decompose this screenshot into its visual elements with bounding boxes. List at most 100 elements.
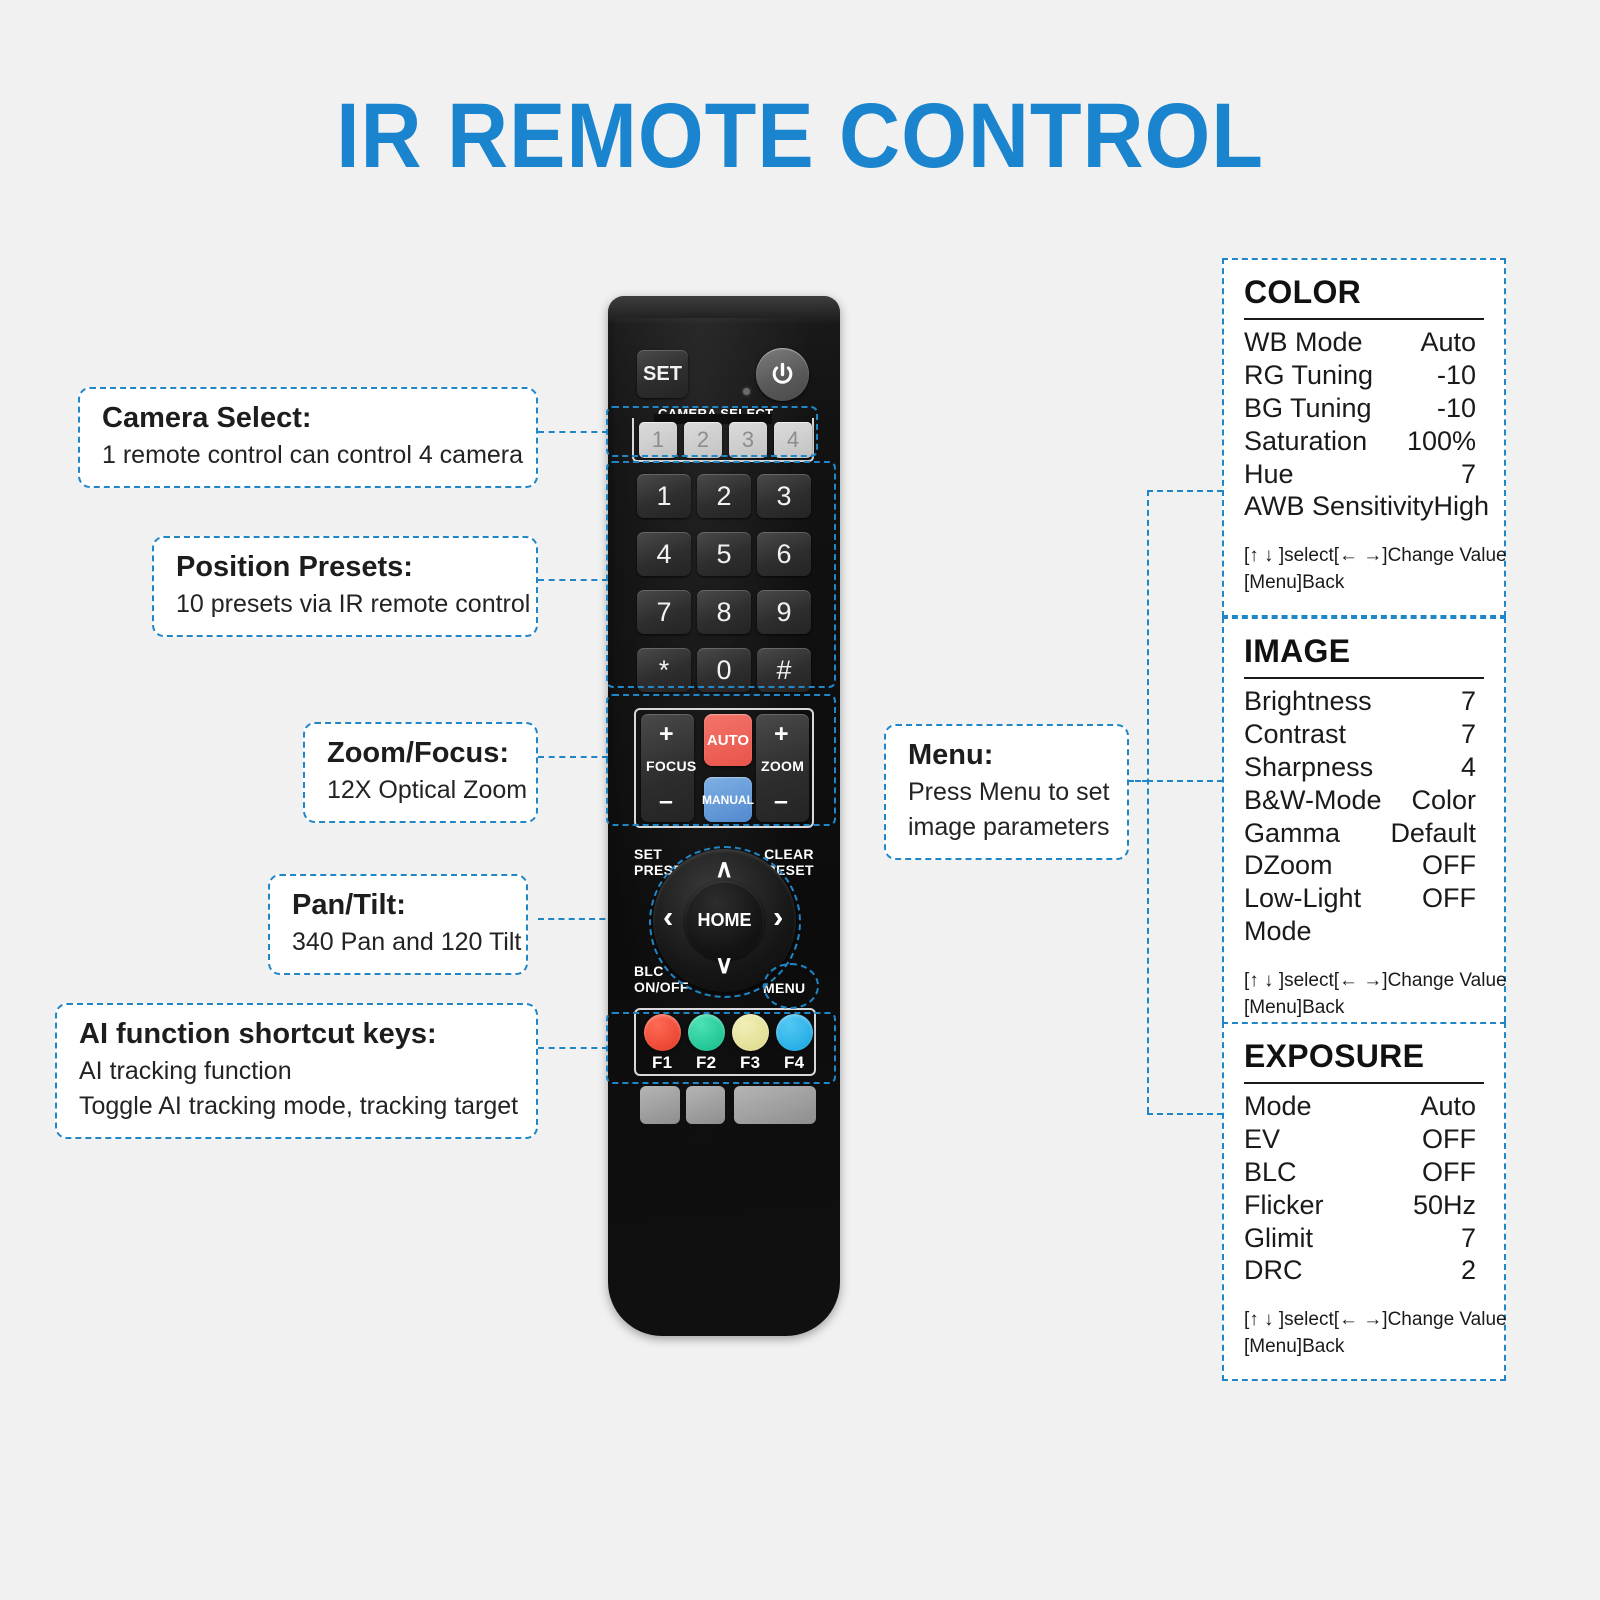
highlight-camera-select xyxy=(606,406,818,457)
row-value: Color xyxy=(1411,784,1476,815)
row-value: OFF xyxy=(1422,883,1476,914)
row-value: Auto xyxy=(1420,326,1476,357)
panel-row: DRC 2 xyxy=(1244,1254,1484,1287)
callout-desc: 340 Pan and 120 Tilt xyxy=(292,927,522,956)
panel-hint-line2: [Menu]Back xyxy=(1244,572,1345,594)
callout-position-presets: Position Presets: 10 presets via IR remo… xyxy=(152,536,538,637)
panel-hint-line2: [Menu]Back xyxy=(1244,1336,1345,1358)
panel-rows: Brightness 7 Contrast 7 Sharpness 4 B&W-… xyxy=(1244,685,1484,949)
connector-trunk-to-exposure xyxy=(1147,1113,1223,1115)
panel-row: B&W-Mode Color xyxy=(1244,784,1484,817)
panel-row: Flicker 50Hz xyxy=(1244,1189,1484,1222)
callout-title: Menu: xyxy=(908,739,994,771)
row-label: AWB Sensitivity xyxy=(1244,491,1434,522)
callout-ai-shortcuts: AI function shortcut keys: AI tracking f… xyxy=(55,1003,538,1139)
panel-rows: Mode Auto EV OFF BLC OFF Flicker 50Hz Gl… xyxy=(1244,1090,1484,1288)
connector-menu-to-trunk xyxy=(1128,780,1148,782)
callout-title: Zoom/Focus: xyxy=(327,737,510,769)
panel-row: EV OFF xyxy=(1244,1123,1484,1156)
panel-exposure: EXPOSURE Mode Auto EV OFF BLC OFF Flicke… xyxy=(1222,1022,1507,1382)
panel-row: Gamma Default xyxy=(1244,817,1484,850)
panel-row: AWB Sensitivity High xyxy=(1244,490,1489,523)
panel-title: IMAGE xyxy=(1244,633,1484,679)
row-value: 4 xyxy=(1460,751,1476,782)
panel-row: Saturation 100% xyxy=(1244,425,1484,458)
row-label: Low-Light xyxy=(1244,883,1362,914)
row-value: 50Hz xyxy=(1412,1189,1476,1220)
bottom-gray-key-middle[interactable] xyxy=(686,1086,725,1124)
panel-row: Low-Light OFF xyxy=(1244,882,1484,915)
callout-desc-line2: Toggle AI tracking mode, tracking target xyxy=(79,1091,519,1120)
callout-title: Position Presets: xyxy=(176,551,413,583)
row-value: Auto xyxy=(1420,1090,1476,1121)
panel-row: Mode xyxy=(1244,915,1484,948)
row-label: DZoom xyxy=(1244,850,1333,881)
callout-desc: 12X Optical Zoom xyxy=(327,775,528,804)
connector-position-presets xyxy=(538,579,608,581)
panel-rows: WB Mode Auto RG Tuning -10 BG Tuning -10… xyxy=(1244,326,1489,524)
row-label: B&W-Mode xyxy=(1244,784,1382,815)
row-value: 7 xyxy=(1460,458,1476,489)
panel-image: IMAGE Brightness 7 Contrast 7 Sharpness … xyxy=(1222,617,1507,1043)
panel-row: RG Tuning -10 xyxy=(1244,359,1484,392)
row-label: Hue xyxy=(1244,458,1294,489)
panel-row: BG Tuning -10 xyxy=(1244,392,1484,425)
bottom-gray-key-left[interactable] xyxy=(640,1086,680,1124)
connector-camera-select xyxy=(538,431,608,433)
row-label: Flicker xyxy=(1244,1189,1324,1220)
callout-desc-line2: image parameters xyxy=(908,812,1110,841)
row-value: 7 xyxy=(1460,685,1476,716)
connector-zoom-focus xyxy=(538,756,608,758)
panel-hint: [↑ ↓ ]select[← →]Change Value [Menu]Back xyxy=(1244,543,1507,597)
row-label: Sharpness xyxy=(1244,751,1374,782)
set-button-label: SET xyxy=(643,362,682,385)
callout-menu: Menu: Press Menu to set image parameters xyxy=(884,724,1129,860)
panel-row: WB Mode Auto xyxy=(1244,326,1484,359)
row-label: WB Mode xyxy=(1244,326,1363,357)
poster-canvas: IR REMOTE CONTROL Camera Select: 1 remot… xyxy=(0,0,1600,1600)
callout-desc-line1: Press Menu to set xyxy=(908,777,1110,806)
row-value: Default xyxy=(1390,817,1476,848)
panel-hint-line1: [↑ ↓ ]select[← →]Change Value xyxy=(1244,970,1507,992)
panel-row: Mode Auto xyxy=(1244,1090,1484,1123)
panel-row: Hue 7 xyxy=(1244,458,1484,491)
panel-row: DZoom OFF xyxy=(1244,849,1484,882)
connector-trunk-to-color xyxy=(1147,490,1223,492)
row-value: -10 xyxy=(1436,392,1476,423)
row-value: OFF xyxy=(1422,1156,1476,1187)
row-label: Contrast xyxy=(1244,718,1347,749)
set-button[interactable]: SET xyxy=(637,350,688,398)
panel-hint: [↑ ↓ ]select[← →]Change Value [Menu]Back xyxy=(1244,1307,1507,1361)
row-label: Saturation xyxy=(1244,425,1368,456)
power-button[interactable] xyxy=(756,348,809,401)
highlight-menu xyxy=(763,963,819,1009)
row-value: 2 xyxy=(1460,1255,1476,1286)
callout-title: Pan/Tilt: xyxy=(292,889,406,921)
row-label: Glimit xyxy=(1244,1222,1313,1253)
highlight-keypad xyxy=(606,461,836,688)
row-value: OFF xyxy=(1422,1123,1476,1154)
row-label: BG Tuning xyxy=(1244,392,1372,423)
callout-title: Camera Select: xyxy=(102,402,312,434)
panel-title: COLOR xyxy=(1244,274,1484,320)
connector-trunk-to-image xyxy=(1147,780,1223,782)
callout-desc-line1: AI tracking function xyxy=(79,1056,292,1085)
row-value: 7 xyxy=(1460,718,1476,749)
bottom-gray-key-right[interactable] xyxy=(734,1086,816,1124)
row-value: OFF xyxy=(1422,850,1476,881)
panel-title: EXPOSURE xyxy=(1244,1038,1484,1084)
callout-title: AI function shortcut keys: xyxy=(79,1018,437,1050)
connector-ai-shortcuts xyxy=(538,1047,608,1049)
panel-row: Contrast 7 xyxy=(1244,718,1484,751)
callout-pan-tilt: Pan/Tilt: 340 Pan and 120 Tilt xyxy=(268,874,528,975)
row-label: Mode xyxy=(1244,916,1312,947)
ir-led-indicator xyxy=(743,388,750,395)
panel-hint-line2: [Menu]Back xyxy=(1244,997,1345,1019)
row-value: 7 xyxy=(1460,1222,1476,1253)
row-label: Brightness xyxy=(1244,685,1372,716)
callout-desc: 1 remote control can control 4 camera xyxy=(102,440,524,469)
panel-hint-line1: [↑ ↓ ]select[← →]Change Value xyxy=(1244,545,1507,567)
callout-desc: 10 presets via IR remote control xyxy=(176,589,531,618)
panel-row: Sharpness 4 xyxy=(1244,751,1484,784)
row-value: -10 xyxy=(1436,359,1476,390)
